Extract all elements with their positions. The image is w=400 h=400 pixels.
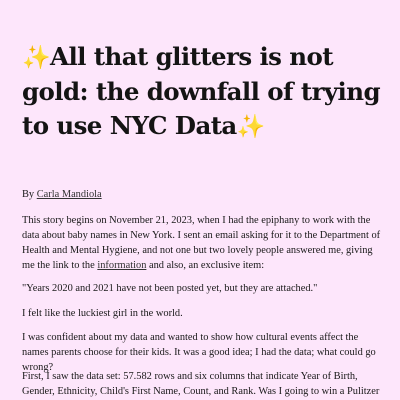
article-page: ✨All that glitters is not gold: the down… [0,0,400,400]
byline: By Carla Mandiola [22,187,382,202]
information-link[interactable]: information [97,260,146,271]
article-title-text: All that glitters is not gold: the downf… [22,42,381,140]
quote-paragraph: "Years 2020 and 2021 have not been poste… [22,283,318,294]
paragraph-intro: This story begins on November 21, 2023, … [22,213,382,273]
paragraph-lucky: I felt like the luckiest girl in the wor… [22,308,183,319]
byline-prefix: By [22,189,37,200]
author-link[interactable]: Carla Mandiola [37,189,102,200]
sparkles-icon: ✨ [22,45,51,71]
sparkles-icon: ✨ [236,114,266,140]
paragraph-intro-end: and also, an exclusive item: [146,260,265,271]
article-title: ✨All that glitters is not gold: the down… [22,40,392,144]
paragraph-dataset: First, I saw the data set: 57.582 rows a… [22,371,380,397]
